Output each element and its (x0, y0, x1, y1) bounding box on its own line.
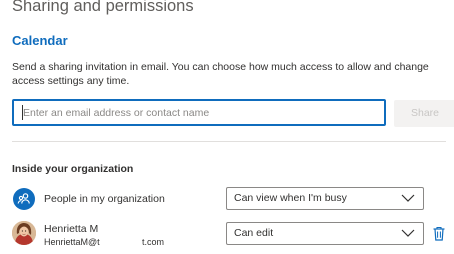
sharing-description: Send a sharing invitation in email. You … (12, 61, 429, 87)
sharing-permissions-panel: Sharing and permissions Calendar Send a … (0, 0, 454, 254)
chevron-down-icon (401, 229, 415, 237)
contact-permission-value: Can edit (234, 227, 274, 239)
email-input[interactable] (12, 99, 386, 126)
org-row-label: People in my organization (44, 193, 165, 205)
share-button[interactable]: Share (394, 100, 454, 127)
contact-name: Henrietta M (44, 223, 99, 235)
calendar-name: Calendar (12, 33, 68, 48)
divider (12, 141, 446, 142)
contact-permission-select[interactable]: Can edit (226, 222, 424, 245)
trash-icon[interactable] (432, 226, 446, 241)
org-permission-select[interactable]: Can view when I'm busy (226, 187, 424, 210)
chevron-down-icon (401, 194, 415, 202)
contact-email: HenriettaM@t (44, 237, 100, 247)
text-caret (22, 105, 23, 120)
page-title: Sharing and permissions (12, 0, 194, 15)
contact-email-domain: t.com (142, 237, 165, 247)
org-permission-value: Can view when I'm busy (234, 192, 347, 204)
people-icon (13, 188, 35, 210)
avatar (12, 221, 36, 245)
organization-heading: Inside your organization (12, 163, 134, 175)
